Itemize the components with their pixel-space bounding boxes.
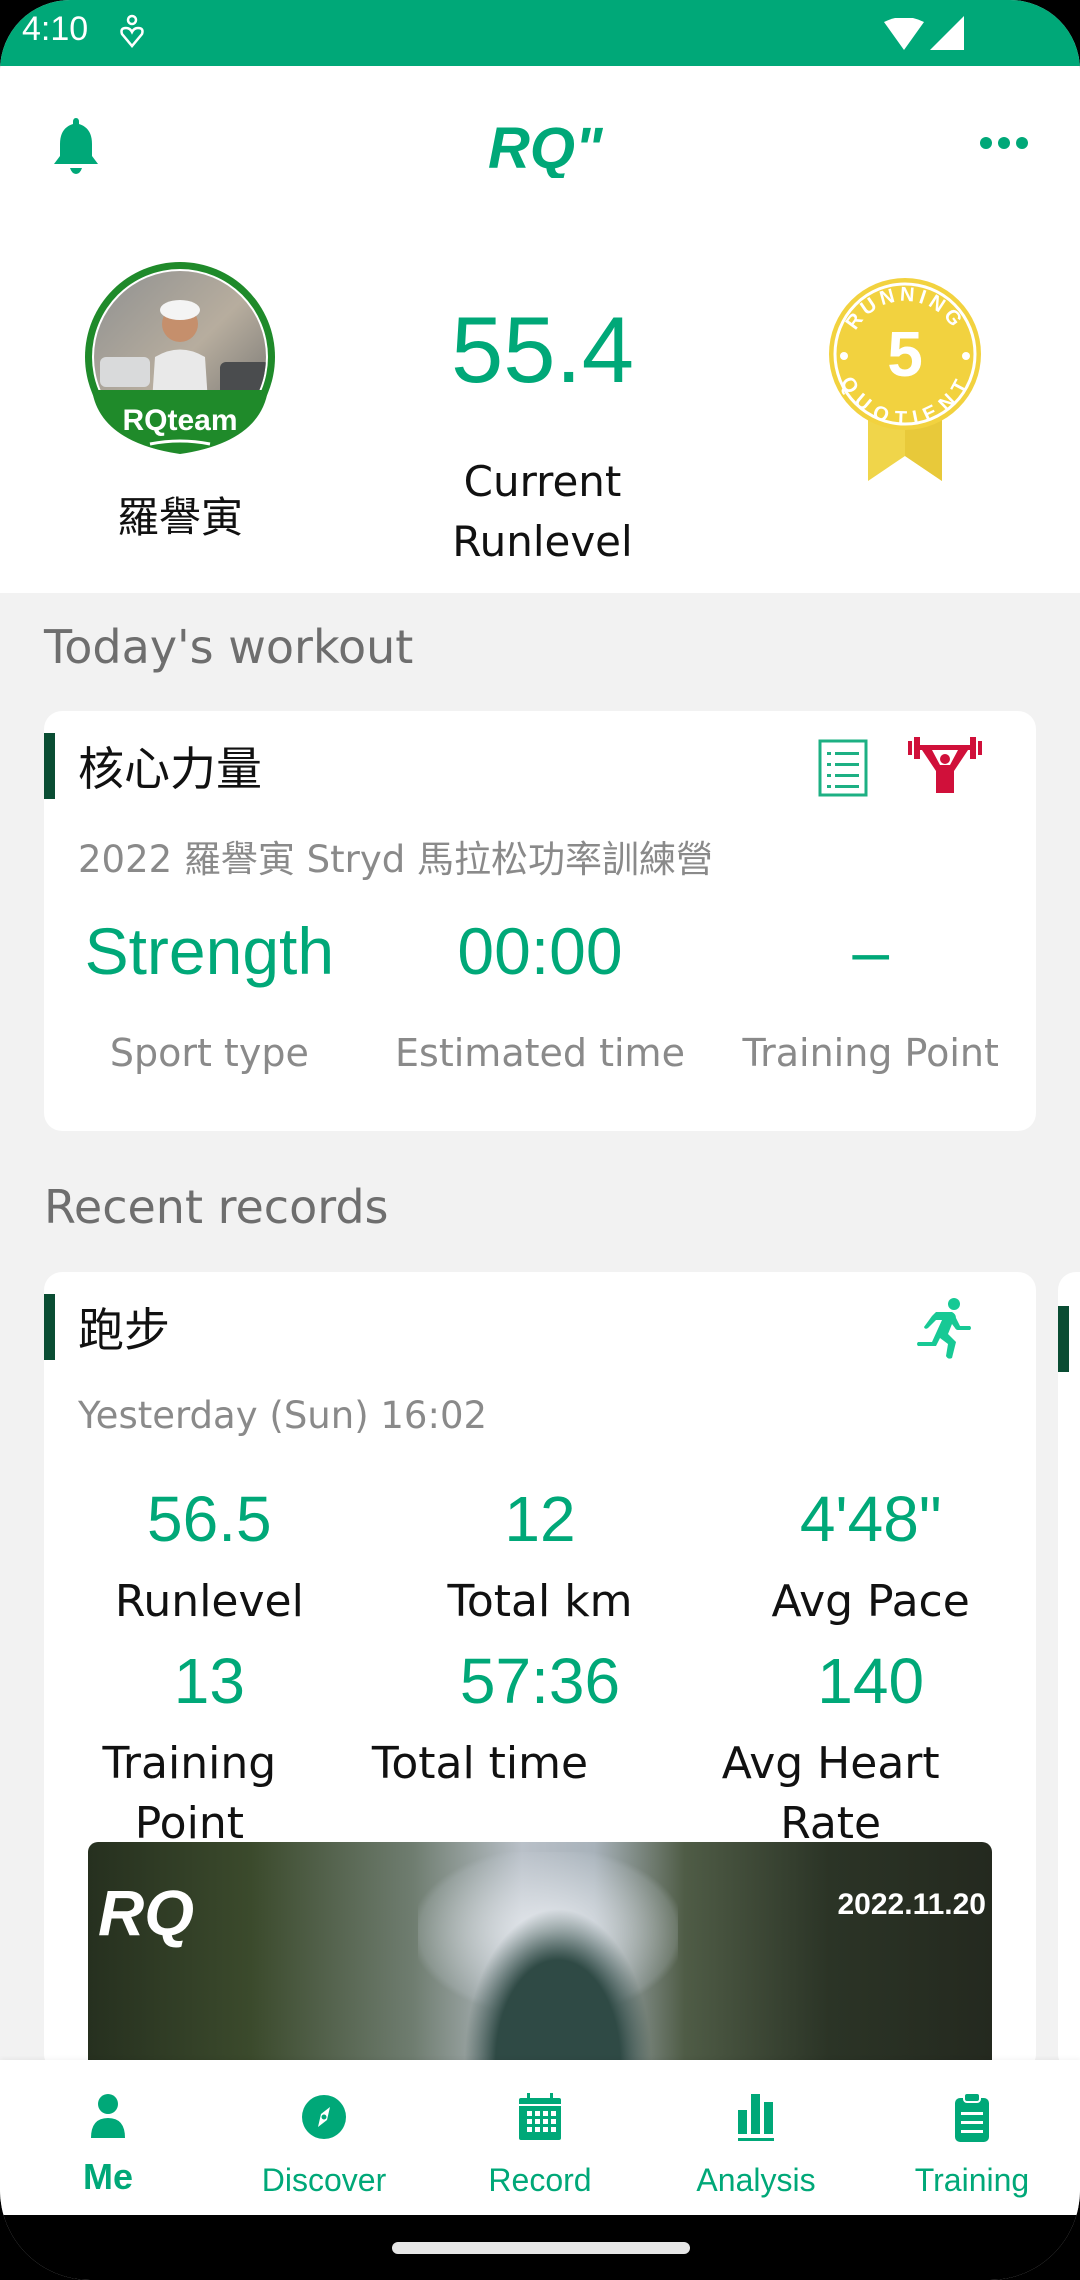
avg-pace-value: 4'48" (799, 1483, 942, 1555)
nav-item-discover[interactable]: Discover (216, 2060, 432, 2215)
sport-type-label: Sport type (109, 1031, 309, 1075)
list-icon[interactable] (818, 739, 868, 797)
more-dots-icon[interactable] (978, 132, 1030, 154)
workout-title: 核心力量 (78, 742, 262, 796)
photo-date: 2022.11.20 (837, 1888, 987, 1921)
avg-heart-rate-label: Avg Heart Rate (721, 1738, 940, 1849)
nav-label-discover: Discover (261, 2162, 387, 2198)
workout-plan-name: 2022 羅譽寅 Stryd 馬拉松功率訓練營 (78, 838, 714, 881)
nav-item-record[interactable]: Record (432, 2060, 648, 2215)
photo-logo: RQ (98, 1877, 194, 1949)
nav-label-training: Training (914, 2162, 1030, 2198)
nav-item-me[interactable]: Me (0, 2060, 216, 2215)
clipboard-icon (955, 2092, 989, 2142)
bottom-nav: Me Discover Record Analysis Training (0, 2060, 1080, 2215)
workout-stats-values: Strength 00:00 – (44, 913, 1036, 989)
bell-icon[interactable] (50, 116, 102, 176)
home-gesture-handle[interactable] (392, 2242, 690, 2254)
training-point-label: Training Point (742, 1031, 999, 1075)
total-time-label: Total time (371, 1738, 589, 1789)
photo-mountain (448, 1882, 668, 2072)
recent-record-card[interactable]: 跑步 Yesterday (Sun) 16:02 56.5 12 4'48" R… (44, 1272, 1036, 2072)
accessibility-person-icon (120, 14, 144, 48)
next-record-card-peek[interactable] (1058, 1272, 1080, 2072)
avatar-badge-text: RQteam (122, 404, 237, 437)
record-stats-row1-values: 56.5 12 4'48" (44, 1482, 1036, 1556)
record-photo[interactable]: RQ 2022.11.20 (88, 1842, 992, 2072)
weightlifting-icon (908, 737, 982, 793)
status-bar: 4:10 (0, 0, 1080, 66)
sport-type-value: Strength (84, 914, 335, 988)
record-stats-row2-values: 13 57:36 140 (44, 1644, 1036, 1718)
calendar-icon (519, 2093, 561, 2140)
runlevel-label: Runlevel (114, 1576, 304, 1627)
screen: 4:10 RQ" RQteam 羅譽寅 55.4 Current Runleve… (0, 0, 1080, 2280)
bar-chart-icon (738, 2094, 774, 2141)
running-icon (917, 1298, 971, 1359)
app-logo: RQ" (488, 118, 603, 178)
runlevel-value: 56.5 (147, 1483, 272, 1555)
todays-workout-card[interactable]: 核心力量 2022 羅譽寅 Stryd 馬拉松功率訓練營 Strength 00… (44, 711, 1036, 1131)
current-runlevel-value: 55.4 (451, 297, 634, 402)
status-time: 4:10 (22, 10, 89, 48)
compass-icon (302, 2095, 346, 2139)
person-icon (91, 2094, 125, 2138)
recent-records-title: Recent records (44, 1180, 389, 1234)
record-datetime: Yesterday (Sun) 16:02 (78, 1394, 488, 1437)
user-name: 羅譽寅 (116, 493, 243, 542)
nav-item-training[interactable]: Training (864, 2060, 1080, 2215)
card-accent-bar (44, 1294, 55, 1360)
card-accent-bar (44, 733, 55, 799)
avg-pace-label: Avg Pace (771, 1576, 970, 1627)
wifi-icon (884, 18, 924, 50)
current-runlevel-label: Current Runlevel (452, 457, 633, 566)
total-km-value: 12 (504, 1483, 576, 1555)
avatar[interactable]: RQteam (80, 262, 280, 462)
badge-number: 5 (887, 318, 923, 390)
training-point-label: Training Point (102, 1738, 277, 1849)
workout-stats-labels: Sport type Estimated time Training Point (44, 1031, 1036, 1075)
profile-header: RQ" RQteam 羅譽寅 55.4 Current Runlevel RUN… (0, 66, 1080, 593)
nav-label-record: Record (488, 2162, 592, 2198)
training-point-value: – (852, 914, 890, 988)
estimated-time-value: 00:00 (457, 914, 623, 988)
nav-item-analysis[interactable]: Analysis (648, 2060, 864, 2215)
record-stats-row1-labels: Runlevel Total km Avg Pace (44, 1572, 1036, 1632)
card-accent-bar (1058, 1306, 1069, 1372)
logo-text: RQ" (488, 118, 603, 178)
nav-label-me: Me (82, 2156, 133, 2197)
nav-label-analysis: Analysis (696, 2162, 816, 2198)
estimated-time-label: Estimated time (395, 1031, 685, 1075)
total-km-label: Total km (447, 1576, 633, 1627)
todays-workout-title: Today's workout (44, 620, 414, 674)
running-quotient-badge-icon[interactable]: RUNNING QUOTIENT 5 (820, 276, 990, 486)
training-point-value: 13 (173, 1645, 245, 1717)
record-stats-row2-labels: Training Point Total time Avg Heart Rate (44, 1734, 1036, 1854)
record-title: 跑步 (78, 1303, 170, 1357)
avg-heart-rate-value: 140 (817, 1645, 925, 1717)
signal-icon (930, 16, 964, 50)
total-time-value: 57:36 (459, 1645, 621, 1717)
